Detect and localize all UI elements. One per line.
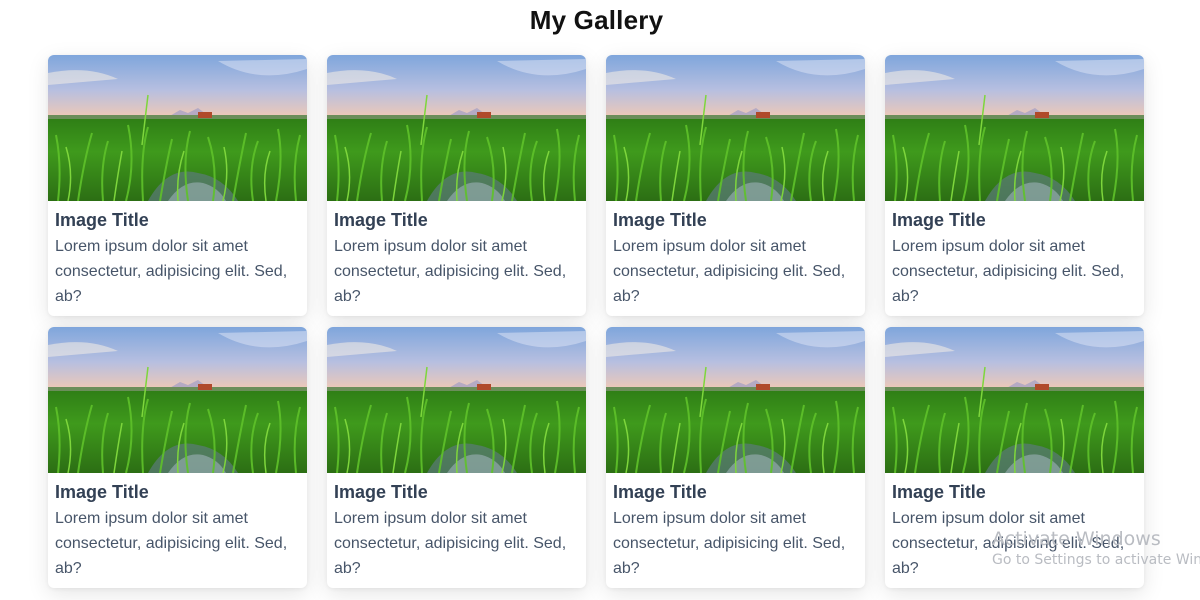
card-title: Image Title [892,210,986,230]
gallery-card[interactable]: Image Title Lorem ipsum dolor sit amet c… [885,55,1144,316]
card-description: Lorem ipsum dolor sit amet consectetur, … [55,238,288,305]
gallery-card[interactable]: Image Title Lorem ipsum dolor sit amet c… [606,327,865,588]
card-title: Image Title [892,482,986,502]
rice-field-image [606,327,865,473]
card-description: Lorem ipsum dolor sit amet consectetur, … [892,510,1125,577]
page-title: My Gallery [529,5,664,35]
rice-field-image [606,55,865,201]
card-title: Image Title [55,482,149,502]
card-title: Image Title [613,482,707,502]
card-description: Lorem ipsum dolor sit amet consectetur, … [892,238,1125,305]
card-description: Lorem ipsum dolor sit amet consectetur, … [334,238,567,305]
card-title: Image Title [613,210,707,230]
gallery-card[interactable]: Image Title Lorem ipsum dolor sit amet c… [48,327,307,588]
gallery-grid: Image Title Lorem ipsum dolor sit amet c… [48,55,1144,588]
rice-field-image [327,327,586,473]
gallery-card[interactable]: Image Title Lorem ipsum dolor sit amet c… [327,55,586,316]
page: My Gallery Image Title Lorem ipsum dolor… [0,0,1200,600]
card-title: Image Title [334,210,428,230]
rice-field-image [48,55,307,201]
rice-field-image [48,327,307,473]
gallery-card[interactable]: Image Title Lorem ipsum dolor sit amet c… [606,55,865,316]
card-title: Image Title [334,482,428,502]
rice-field-image [327,55,586,201]
gallery-card[interactable]: Image Title Lorem ipsum dolor sit amet c… [48,55,307,316]
card-description: Lorem ipsum dolor sit amet consectetur, … [613,238,846,305]
card-title: Image Title [55,210,149,230]
rice-field-image [885,327,1144,473]
gallery-card[interactable]: Image Title Lorem ipsum dolor sit amet c… [327,327,586,588]
rice-field-image [885,55,1144,201]
gallery-card[interactable]: Image Title Lorem ipsum dolor sit amet c… [885,327,1144,588]
card-description: Lorem ipsum dolor sit amet consectetur, … [613,510,846,577]
card-description: Lorem ipsum dolor sit amet consectetur, … [334,510,567,577]
card-description: Lorem ipsum dolor sit amet consectetur, … [55,510,288,577]
